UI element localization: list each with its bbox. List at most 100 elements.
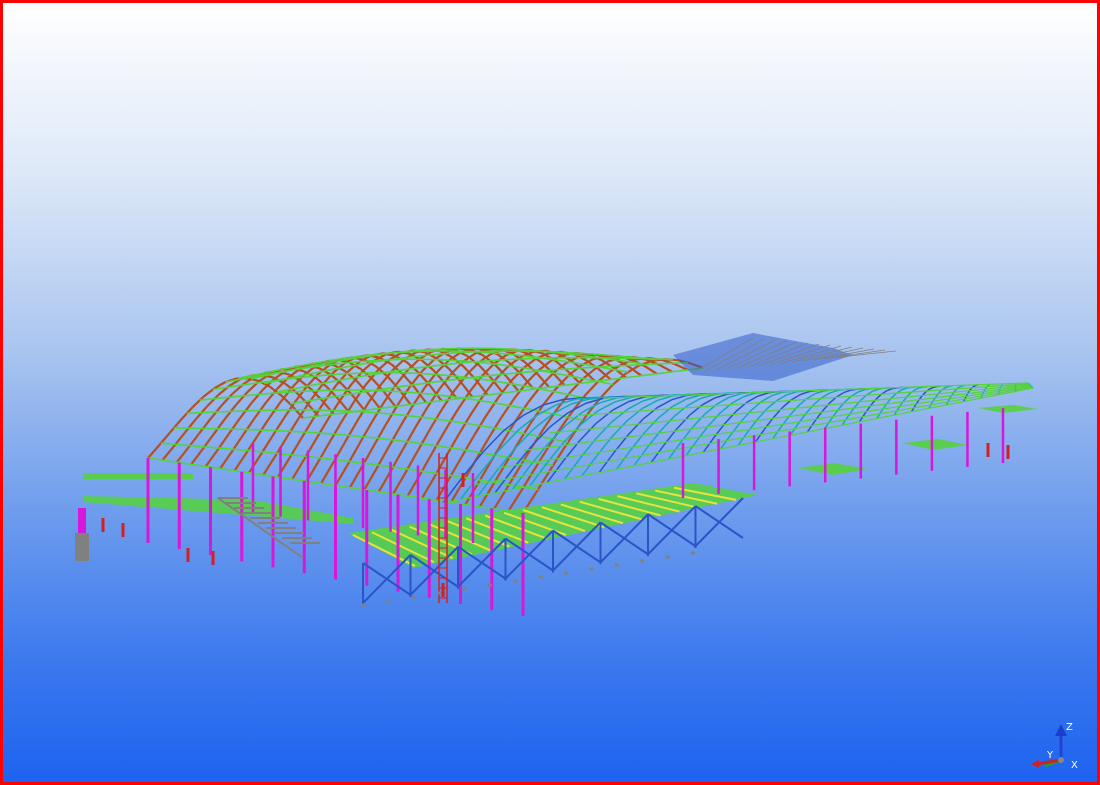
roof-purlin (333, 409, 349, 412)
roof-rafter (264, 388, 279, 404)
right-roof-member (886, 388, 893, 392)
roof-purlin (523, 354, 539, 359)
right-roof-member (914, 399, 920, 407)
roof-rafter (658, 363, 673, 373)
roof-purlin (261, 429, 276, 432)
roof-rafter (198, 418, 212, 435)
roof-purlin (201, 411, 217, 414)
roof-purlin (520, 357, 537, 360)
roof-purlin (445, 351, 462, 355)
right-roof-member (611, 420, 628, 438)
roof-purlin (398, 367, 415, 372)
roof-purlin (319, 432, 335, 435)
right-roof-member (595, 409, 614, 424)
roof-rafter (373, 423, 387, 446)
roof-purlin (508, 382, 525, 387)
roof-purlin (160, 442, 176, 446)
right-platform-1 (798, 463, 868, 475)
roof-purlin (479, 399, 495, 404)
x-axis-label: X (1071, 760, 1078, 771)
roof-purlin (262, 451, 278, 455)
roof-rafter (343, 421, 358, 443)
roof-rafter (500, 398, 515, 419)
roof-purlin (436, 444, 452, 449)
roof-purlin (595, 378, 611, 383)
roof-purlin (302, 415, 319, 419)
roof-purlin (407, 468, 423, 472)
right-roof-member (829, 389, 838, 394)
roof-purlin (334, 433, 349, 437)
grey-pedestal (75, 533, 89, 561)
roof-purlin (612, 368, 629, 373)
roof-purlin (410, 401, 427, 406)
left-low-deck (83, 473, 193, 479)
roof-rafter (291, 459, 305, 480)
roof-purlin (273, 391, 289, 395)
roof-purlin (435, 418, 451, 422)
roof-rafter (544, 407, 559, 428)
roof-rafter (212, 418, 226, 435)
right-roof-member (1001, 383, 1003, 386)
roof-rafter (147, 444, 160, 459)
roof-purlin (519, 370, 536, 374)
roof-purlin (420, 392, 436, 396)
right-roof-member (890, 392, 897, 399)
roof-purlin (230, 410, 246, 413)
roof-purlin (414, 365, 430, 370)
roof-purlin (247, 449, 263, 453)
roof-purlin (475, 359, 491, 363)
roof-purlin (362, 411, 378, 414)
roof-rafter (219, 451, 233, 470)
roof-rafter (169, 418, 183, 434)
right-roof-member (627, 400, 644, 410)
axis-triad: Z Y X (1031, 722, 1078, 771)
right-roof-member (857, 388, 865, 393)
right-roof-member (611, 408, 628, 423)
roof-purlin (302, 389, 318, 393)
right-roof-member (756, 408, 768, 420)
roof-rafter (175, 447, 189, 463)
roof-purlin (393, 493, 408, 497)
roof-purlin (420, 372, 435, 376)
3d-model-viewport[interactable]: Z Y X (0, 0, 1100, 785)
right-roof-member (789, 405, 799, 417)
roof-purlin (502, 390, 519, 394)
roof-rafter (262, 455, 276, 476)
roof-purlin (642, 363, 658, 366)
roof-purlin (415, 354, 431, 358)
roof-purlin (421, 416, 437, 420)
right-roof-member (642, 406, 658, 420)
y-axis-label: Y (1046, 750, 1054, 761)
roof-rafter (206, 394, 219, 408)
right-roof-member (814, 390, 824, 395)
roof-purlin (290, 430, 306, 433)
roof-purlin (147, 457, 163, 461)
roof-purlin (412, 382, 428, 386)
roof-purlin (364, 407, 381, 412)
roof-purlin (508, 365, 524, 369)
roof-rafter (314, 419, 329, 441)
roof-rafter (597, 367, 612, 381)
roof-purlin (610, 376, 627, 381)
roof-purlin (488, 373, 505, 377)
roof-purlin (345, 372, 361, 375)
right-roof-member (676, 414, 690, 430)
roof-rafter (220, 392, 234, 407)
roof-rafter (391, 358, 406, 372)
right-roof-member (701, 397, 716, 406)
roof-purlin (248, 472, 264, 476)
structural-model[interactable] (3, 3, 1097, 782)
right-roof-member (692, 413, 706, 428)
roof-purlin (186, 411, 202, 415)
roof-purlin (400, 355, 416, 360)
roof-rafter (334, 464, 349, 487)
right-roof-member (671, 398, 687, 408)
right-roof-member (806, 393, 816, 400)
roof-purlin (657, 362, 673, 365)
roof-purlin (450, 447, 466, 452)
roof-purlin (377, 437, 393, 441)
roof-rafter (584, 380, 599, 396)
roof-purlin (363, 435, 379, 440)
right-roof-member (659, 416, 675, 432)
roof-rafter (445, 433, 461, 456)
